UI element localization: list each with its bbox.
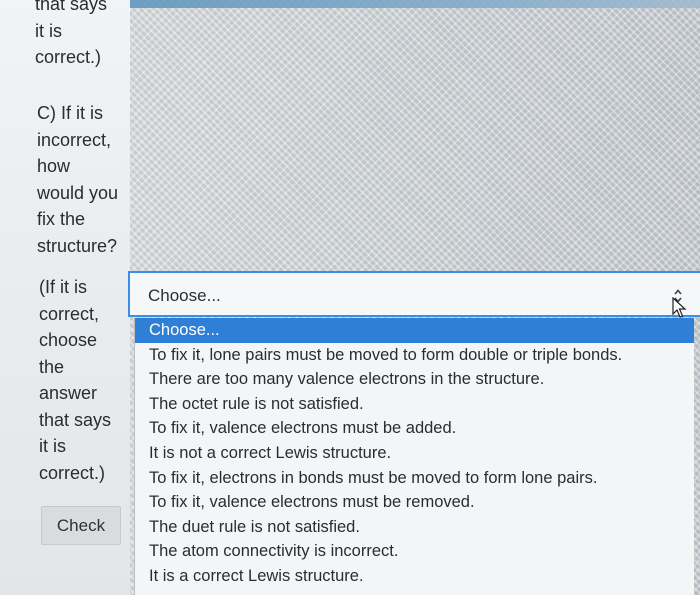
question-hint: (If it is correct, choose the answer tha…: [39, 277, 112, 483]
top-accent-strip: [128, 0, 700, 8]
question-part-b-tail: that says it is correct.): [35, 0, 108, 67]
select-option[interactable]: The atom connectivity is incorrect.: [135, 539, 694, 564]
select-option[interactable]: The octet rule is not satisfied.: [135, 392, 694, 417]
select-option[interactable]: To fix it, lone pairs must be moved to f…: [135, 343, 694, 368]
select-option[interactable]: To fix it, valence electrons must be add…: [135, 416, 694, 441]
answer-select[interactable]: Choose...: [128, 271, 700, 317]
select-current-value: Choose...: [148, 286, 221, 305]
select-option[interactable]: To fix it, electrons in bonds must be mo…: [135, 466, 694, 491]
check-button[interactable]: Check: [41, 506, 121, 545]
select-option[interactable]: The duet rule is not satisfied.: [135, 515, 694, 540]
select-option[interactable]: It is not a correct Lewis structure.: [135, 441, 694, 466]
select-options-list: Choose... To fix it, lone pairs must be m…: [134, 318, 694, 595]
select-option[interactable]: There are too many valence electrons in …: [135, 367, 694, 392]
select-option[interactable]: To fix it, valence electrons must be rem…: [135, 490, 694, 515]
select-option[interactable]: Choose...: [135, 318, 694, 343]
question-part-c: C) If it is incorrect, how would you fix…: [37, 103, 119, 256]
select-option[interactable]: It is a correct Lewis structure.: [135, 564, 694, 589]
mouse-pointer-icon: [672, 297, 687, 318]
